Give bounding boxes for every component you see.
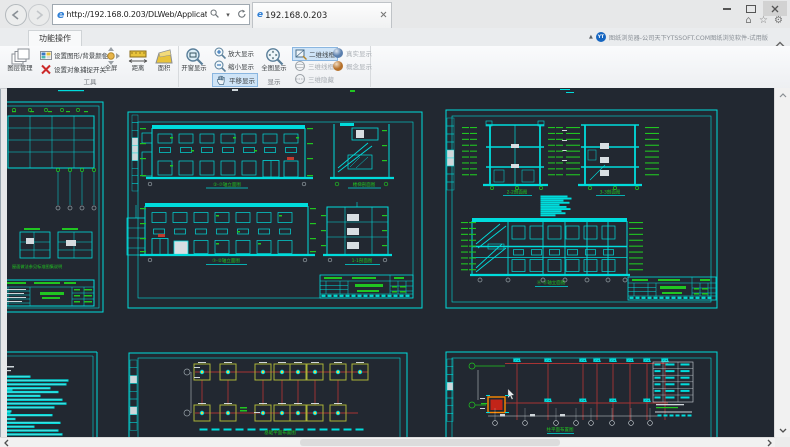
scroll-up-icon[interactable] bbox=[775, 88, 790, 102]
conceptual-button[interactable]: 概念显示 bbox=[330, 60, 374, 72]
note-text: 屋面做法参见标准图集说明 bbox=[12, 263, 62, 270]
tab-page-icon: e bbox=[253, 11, 265, 20]
color-palette-icon bbox=[40, 50, 52, 61]
ribbon-body: 图层管理 设置图形/背景颜色 设置对象捕捉开关 bbox=[0, 46, 790, 89]
caption-stair-section: 楼梯剖面图 bbox=[353, 181, 376, 188]
column-label: KZ1 bbox=[609, 399, 616, 403]
autocomplete-caret-icon[interactable]: ▾ bbox=[221, 11, 235, 19]
ruler-icon bbox=[128, 47, 148, 66]
browser-tab[interactable]: e 192.168.0.203 bbox=[252, 2, 392, 28]
browser-titlebar: e http://192.168.0.203/DLWeb/Application… bbox=[0, 0, 790, 28]
layers-icon bbox=[10, 47, 30, 66]
back-button[interactable] bbox=[5, 4, 27, 26]
snap-toggle-x-icon bbox=[40, 64, 52, 75]
forward-arrow-icon bbox=[34, 10, 44, 20]
group-label-display: 显示 bbox=[178, 76, 370, 86]
url-text[interactable]: http://192.168.0.203/DLWeb/Application/Y… bbox=[66, 10, 207, 19]
fullscreen-button[interactable]: 全屏 bbox=[98, 47, 124, 73]
caption-elev-back: ⑦-②轴立面图 bbox=[212, 257, 240, 264]
ribbon-tab-strip: 功能操作 ▲ YT 图纸浏览器-公司天下YTSSOFT.COM图纸浏览软件-试用… bbox=[0, 28, 790, 47]
scroll-left-icon[interactable] bbox=[0, 438, 12, 447]
window-controls bbox=[715, 1, 787, 16]
scroll-thumb[interactable] bbox=[300, 439, 560, 446]
browser-command-icons: ⌂ ☆ ⚙ bbox=[743, 15, 784, 26]
zoom-out-icon bbox=[214, 60, 226, 72]
zoom-in-button[interactable]: 放大显示 bbox=[212, 47, 256, 59]
cad-canvas[interactable]: 屋面做法参见标准图集说明 bbox=[0, 88, 775, 437]
scrollbar-corner bbox=[775, 437, 790, 447]
layer-manager-button[interactable]: 图层管理 bbox=[4, 47, 36, 73]
column-label: KZ1 bbox=[593, 359, 600, 363]
realistic-sphere-icon bbox=[332, 47, 344, 59]
tab-function-operations[interactable]: 功能操作 bbox=[28, 30, 82, 47]
vertical-scrollbar[interactable] bbox=[774, 88, 790, 437]
zoom-extents-button[interactable]: 全图显示 bbox=[260, 47, 288, 73]
back-arrow-icon bbox=[11, 10, 21, 20]
app-logo: YT bbox=[596, 32, 606, 42]
maximize-button[interactable] bbox=[739, 1, 763, 16]
caption-column-plan: 柱平面布置图 bbox=[547, 426, 574, 433]
area-button[interactable]: 面积 bbox=[152, 47, 176, 73]
conceptual-sphere-icon bbox=[332, 60, 344, 72]
forward-button[interactable] bbox=[28, 4, 50, 26]
window-zoom-button[interactable]: 开窗显示 bbox=[180, 47, 208, 73]
group-tools: 图层管理 设置图形/背景颜色 设置对象捕捉开关 bbox=[2, 46, 179, 87]
caption-section-b: 3-3剖面图 bbox=[600, 189, 621, 196]
browser-window: e http://192.168.0.203/DLWeb/Application… bbox=[0, 0, 790, 447]
minimize-button[interactable] bbox=[715, 1, 739, 16]
search-icon[interactable] bbox=[207, 9, 221, 20]
tab-title: 192.168.0.203 bbox=[265, 11, 375, 21]
column-label: KZ1 bbox=[579, 359, 586, 363]
group-display: 开窗显示 放大显示 缩小显示 平移显示 bbox=[178, 46, 371, 87]
column-label: KZ1 bbox=[544, 359, 551, 363]
tab-close-icon[interactable] bbox=[375, 11, 391, 21]
zoom-extents-icon bbox=[265, 47, 284, 66]
ie-page-icon: e bbox=[53, 9, 66, 20]
column-label: KZ1 bbox=[643, 399, 650, 403]
area-polygon-icon bbox=[154, 47, 174, 66]
cad-canvas-wrap: 屋面做法参见标准图集说明 bbox=[0, 88, 775, 437]
column-label: KZ1 bbox=[579, 399, 586, 403]
favorites-icon[interactable]: ☆ bbox=[758, 15, 769, 26]
refresh-icon[interactable] bbox=[235, 9, 249, 21]
zoom-window-icon bbox=[185, 47, 204, 66]
zoom-out-button[interactable]: 缩小显示 bbox=[212, 60, 256, 72]
app-branding: ▲ YT 图纸浏览器-公司天下YTSSOFT.COM图纸浏览软件-试用版 bbox=[589, 32, 768, 42]
brand-text: 图纸浏览器-公司天下YTSSOFT.COM图纸浏览软件-试用版 bbox=[609, 33, 768, 42]
scroll-down-icon[interactable] bbox=[775, 423, 790, 437]
pin-icon: ▲ bbox=[589, 34, 593, 40]
pan-arrows-icon bbox=[102, 47, 120, 66]
column-label: KZ1 bbox=[626, 359, 633, 363]
scroll-right-icon[interactable] bbox=[763, 438, 775, 447]
caption-side-section: 1-1剖面图 bbox=[352, 257, 373, 264]
caption-elev-front: ②-⑦轴立面图 bbox=[213, 181, 241, 188]
caption-foundation-plan: 基础平面布置图 bbox=[264, 429, 296, 436]
wireframe-3d-icon bbox=[294, 60, 306, 72]
home-icon[interactable]: ⌂ bbox=[743, 15, 754, 26]
realistic-button[interactable]: 真实显示 bbox=[330, 47, 374, 59]
wireframe-2d-icon bbox=[295, 48, 307, 60]
column-label: KZ1 bbox=[544, 399, 551, 403]
distance-button[interactable]: 距离 bbox=[126, 47, 150, 73]
column-label: KZ1 bbox=[609, 359, 616, 363]
column-label: KZ1 bbox=[513, 359, 520, 363]
horizontal-scrollbar[interactable] bbox=[0, 437, 775, 447]
address-bar[interactable]: e http://192.168.0.203/DLWeb/Application… bbox=[52, 4, 250, 25]
tools-gear-icon[interactable]: ⚙ bbox=[773, 15, 784, 26]
column-label: KZ1 bbox=[643, 359, 650, 363]
zoom-in-icon bbox=[214, 47, 226, 59]
group-label-tools: 工具 bbox=[2, 76, 178, 86]
close-button[interactable] bbox=[763, 1, 787, 16]
